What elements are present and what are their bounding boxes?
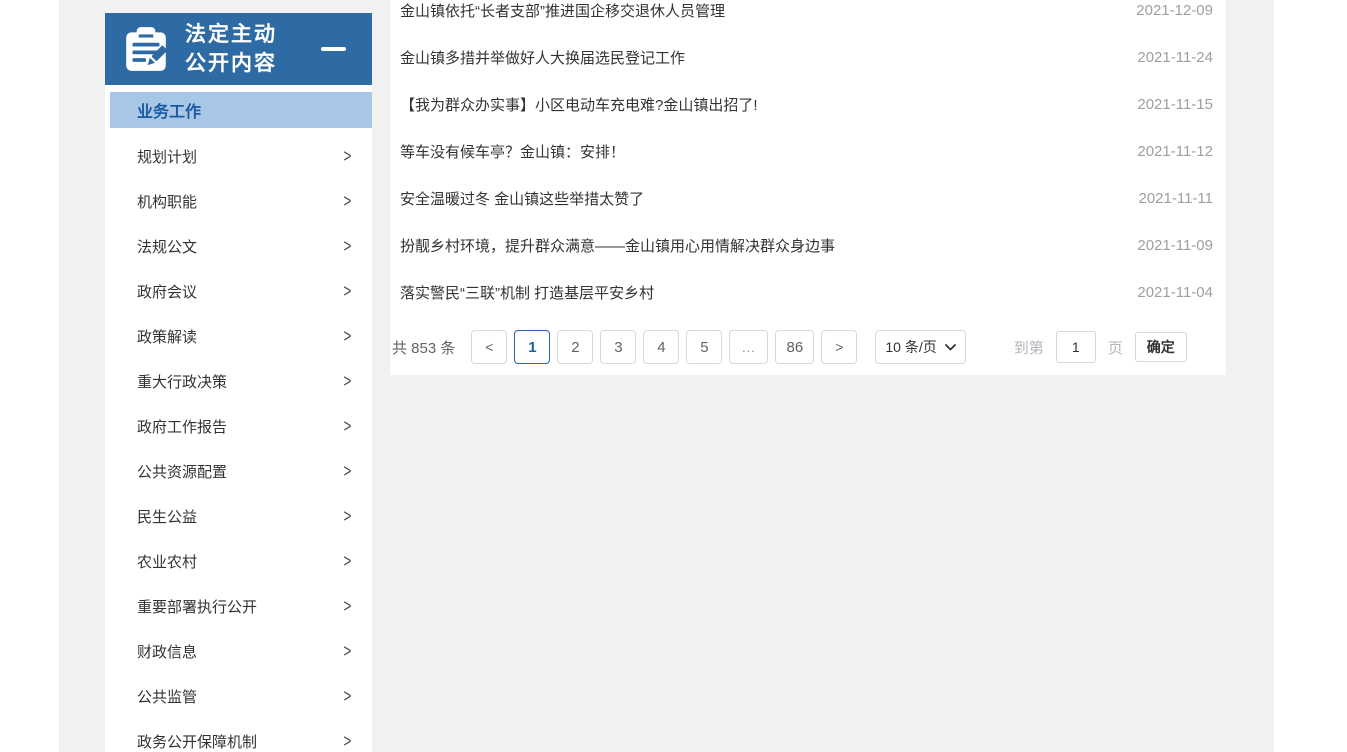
- news-date: 2021-11-09: [1137, 237, 1213, 254]
- chevron-right-icon: >: [344, 686, 352, 707]
- news-title-link[interactable]: 金山镇多措并举做好人大换届选民登记工作: [400, 47, 685, 68]
- news-row[interactable]: 【我为群众办实事】小区电动车充电难?金山镇出招了! 2021-11-15: [390, 81, 1226, 128]
- chevron-right-icon: >: [344, 281, 352, 302]
- sidebar-item-label: 重大行政决策: [137, 371, 227, 392]
- news-title-link[interactable]: 金山镇依托“长者支部”推进国企移交退休人员管理: [400, 0, 725, 21]
- sidebar-item-agriculture-rural[interactable]: 农业农村 >: [105, 539, 372, 584]
- page-button-4[interactable]: 4: [643, 330, 679, 364]
- sidebar-item-fiscal-info[interactable]: 财政信息 >: [105, 629, 372, 674]
- chevron-right-icon: >: [344, 326, 352, 347]
- pagination: 共 853 条 < 1 2 3 4 5 ... 86 > 10 条/页 到第 页…: [390, 329, 1226, 365]
- chevron-right-icon: >: [344, 461, 352, 482]
- page-button-1[interactable]: 1: [514, 330, 550, 364]
- minus-collapse-icon[interactable]: [321, 47, 346, 51]
- goto-page-suffix: 页: [1108, 337, 1123, 358]
- chevron-right-icon: >: [344, 191, 352, 212]
- clipboard-pencil-icon: [121, 24, 171, 74]
- news-row[interactable]: 安全温暖过冬 金山镇这些举措太赞了 2021-11-11: [390, 175, 1226, 222]
- news-date: 2021-11-12: [1137, 143, 1213, 160]
- sidebar-title-line2: 公开内容: [185, 52, 277, 75]
- sidebar-item-label: 民生公益: [137, 506, 197, 527]
- sidebar-item-label: 业务工作: [137, 98, 201, 122]
- page: 法定主动 公开内容 业务工作 规划计划 > 机构职能 > 法规公文 > 政府会: [0, 0, 1347, 752]
- sidebar-item-public-supervision[interactable]: 公共监管 >: [105, 674, 372, 719]
- news-title-link[interactable]: 扮靓乡村环境，提升群众满意——金山镇用心用情解决群众身边事: [400, 235, 835, 256]
- goto-page-input[interactable]: [1056, 331, 1096, 363]
- sidebar-item-gov-meetings[interactable]: 政府会议 >: [105, 269, 372, 314]
- sidebar-item-key-deployments[interactable]: 重要部署执行公开 >: [105, 584, 372, 629]
- news-date: 2021-11-11: [1138, 190, 1213, 207]
- page-size-label: 10 条/页: [885, 337, 936, 357]
- chevron-right-icon: >: [344, 506, 352, 527]
- sidebar-item-label: 机构职能: [137, 191, 197, 212]
- news-date: 2021-12-09: [1136, 2, 1213, 19]
- news-title-link[interactable]: 【我为群众办实事】小区电动车充电难?金山镇出招了!: [400, 94, 758, 115]
- sidebar-item-openness-guarantee[interactable]: 政务公开保障机制 >: [105, 719, 372, 752]
- news-row[interactable]: 金山镇依托“长者支部”推进国企移交退休人员管理 2021-12-09: [390, 0, 1226, 34]
- page-button-2[interactable]: 2: [557, 330, 593, 364]
- page-button-3[interactable]: 3: [600, 330, 636, 364]
- next-page-button[interactable]: >: [821, 330, 857, 364]
- sidebar-item-label: 重要部署执行公开: [137, 596, 257, 617]
- page-button-86[interactable]: 86: [775, 330, 814, 364]
- sidebar-item-label: 法规公文: [137, 236, 197, 257]
- sidebar-item-regulations[interactable]: 法规公文 >: [105, 224, 372, 269]
- goto-page-prefix: 到第: [1014, 337, 1044, 358]
- news-row[interactable]: 落实警民“三联”机制 打造基层平安乡村 2021-11-04: [390, 269, 1226, 316]
- sidebar-item-org-functions[interactable]: 机构职能 >: [105, 179, 372, 224]
- sidebar: 法定主动 公开内容 业务工作 规划计划 > 机构职能 > 法规公文 > 政府会: [105, 13, 372, 752]
- news-panel: 金山镇依托“长者支部”推进国企移交退休人员管理 2021-12-09 金山镇多措…: [390, 0, 1226, 375]
- news-date: 2021-11-15: [1137, 96, 1213, 113]
- chevron-right-icon: >: [344, 416, 352, 437]
- sidebar-item-business-work[interactable]: 业务工作: [110, 92, 372, 128]
- chevron-right-icon: >: [344, 146, 352, 167]
- sidebar-item-label: 政策解读: [137, 326, 197, 347]
- chevron-right-icon: >: [344, 731, 352, 752]
- news-list: 金山镇依托“长者支部”推进国企移交退休人员管理 2021-12-09 金山镇多措…: [390, 0, 1226, 316]
- confirm-button[interactable]: 确定: [1135, 332, 1187, 362]
- news-date: 2021-11-24: [1137, 49, 1213, 66]
- sidebar-item-livelihood-welfare[interactable]: 民生公益 >: [105, 494, 372, 539]
- sidebar-item-label: 政府工作报告: [137, 416, 227, 437]
- chevron-right-icon: >: [344, 641, 352, 662]
- chevron-right-icon: >: [344, 596, 352, 617]
- sidebar-item-major-decisions[interactable]: 重大行政决策 >: [105, 359, 372, 404]
- chevron-right-icon: >: [344, 371, 352, 392]
- sidebar-item-gov-work-report[interactable]: 政府工作报告 >: [105, 404, 372, 449]
- sidebar-header: 法定主动 公开内容: [105, 13, 372, 85]
- sidebar-item-label: 公共资源配置: [137, 461, 227, 482]
- sidebar-item-label: 政府会议: [137, 281, 197, 302]
- sidebar-item-planning[interactable]: 规划计划 >: [105, 134, 372, 179]
- page-ellipsis-button[interactable]: ...: [729, 330, 768, 364]
- news-row[interactable]: 等车没有候车亭？金山镇：安排！ 2021-11-12: [390, 128, 1226, 175]
- pagination-total: 共 853 条: [392, 337, 455, 358]
- sidebar-item-public-resources[interactable]: 公共资源配置 >: [105, 449, 372, 494]
- page-size-select[interactable]: 10 条/页: [875, 330, 965, 364]
- sidebar-item-label: 规划计划: [137, 146, 197, 167]
- news-title-link[interactable]: 安全温暖过冬 金山镇这些举措太赞了: [400, 188, 644, 209]
- sidebar-item-label: 公共监管: [137, 686, 197, 707]
- sidebar-menu: 业务工作 规划计划 > 机构职能 > 法规公文 > 政府会议 > 政策解读 >: [105, 85, 372, 752]
- chevron-right-icon: >: [344, 236, 352, 257]
- sidebar-item-policy-interpretation[interactable]: 政策解读 >: [105, 314, 372, 359]
- news-title-link[interactable]: 落实警民“三联”机制 打造基层平安乡村: [400, 282, 654, 303]
- news-date: 2021-11-04: [1137, 284, 1213, 301]
- news-row[interactable]: 金山镇多措并举做好人大换届选民登记工作 2021-11-24: [390, 34, 1226, 81]
- page-button-5[interactable]: 5: [686, 330, 722, 364]
- news-row[interactable]: 扮靓乡村环境，提升群众满意——金山镇用心用情解决群众身边事 2021-11-09: [390, 222, 1226, 269]
- sidebar-item-label: 政务公开保障机制: [137, 731, 257, 752]
- prev-page-button[interactable]: <: [471, 330, 507, 364]
- sidebar-item-label: 财政信息: [137, 641, 197, 662]
- news-title-link[interactable]: 等车没有候车亭？金山镇：安排！: [400, 141, 625, 162]
- sidebar-title-line1: 法定主动: [185, 23, 277, 46]
- chevron-right-icon: >: [344, 551, 352, 572]
- chevron-down-icon: [945, 344, 956, 351]
- sidebar-title: 法定主动 公开内容: [185, 20, 321, 78]
- sidebar-item-label: 农业农村: [137, 551, 197, 572]
